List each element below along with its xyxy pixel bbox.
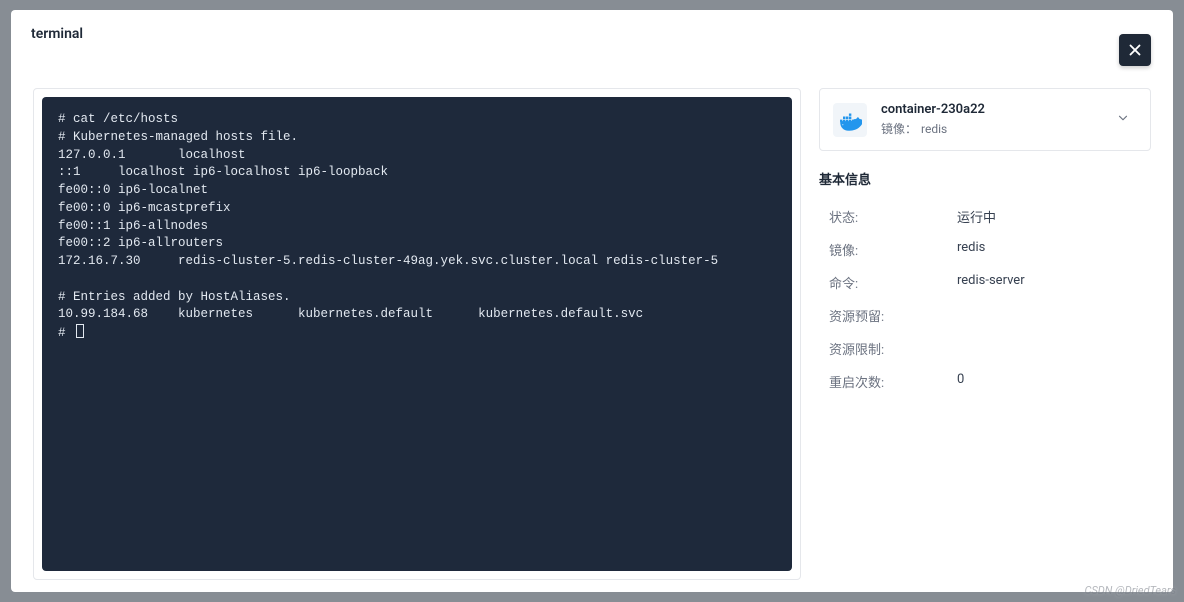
info-key: 状态: (829, 207, 957, 226)
terminal-output: # cat /etc/hosts # Kubernetes-managed ho… (58, 112, 718, 321)
info-value: 0 (957, 372, 964, 391)
basic-info-title: 基本信息 (819, 169, 1151, 188)
info-row: 重启次数:0 (829, 365, 1151, 398)
info-row: 资源预留: (829, 299, 1151, 332)
watermark: CSDN @DriedTears (1085, 584, 1176, 597)
container-labels: container-230a22 镜像： redis (881, 102, 1098, 137)
info-key: 命令: (829, 273, 957, 292)
container-image-label: 镜像： (881, 122, 917, 136)
info-row: 命令:redis-server (829, 266, 1151, 299)
basic-info-table: 状态:运行中镜像:redis命令:redis-server资源预留:资源限制:重… (819, 200, 1151, 398)
info-value: redis (957, 240, 985, 259)
modal-header: terminal (11, 10, 1173, 58)
info-key: 资源预留: (829, 306, 957, 325)
docker-icon (833, 103, 867, 137)
close-button[interactable] (1119, 34, 1151, 66)
info-key: 重启次数: (829, 372, 957, 391)
info-row: 状态:运行中 (829, 200, 1151, 233)
terminal-cursor (76, 324, 84, 338)
terminal-prompt: # (58, 326, 73, 340)
info-key: 资源限制: (829, 339, 957, 358)
info-value: 运行中 (957, 207, 996, 226)
modal-title: terminal (31, 26, 83, 42)
info-row: 资源限制: (829, 332, 1151, 365)
info-row: 镜像:redis (829, 233, 1151, 266)
container-subtitle: 镜像： redis (881, 120, 1098, 137)
terminal-modal: terminal # cat /etc/hosts # Kubernetes-m… (11, 10, 1173, 592)
expand-container-button[interactable] (1112, 106, 1134, 133)
close-icon (1126, 41, 1144, 59)
terminal-area[interactable]: # cat /etc/hosts # Kubernetes-managed ho… (42, 97, 792, 571)
info-sidebar: container-230a22 镜像：redis 基本信息 状态:运行中镜像:… (819, 88, 1151, 580)
container-name: container-230a22 (881, 102, 1098, 117)
container-card: container-230a22 镜像： redis (819, 88, 1151, 151)
terminal-panel: # cat /etc/hosts # Kubernetes-managed ho… (33, 88, 801, 580)
info-value: redis-server (957, 273, 1025, 292)
container-image-value: redis (921, 122, 947, 136)
chevron-down-icon (1116, 111, 1130, 125)
modal-content: # cat /etc/hosts # Kubernetes-managed ho… (11, 58, 1173, 592)
info-key: 镜像: (829, 240, 957, 259)
